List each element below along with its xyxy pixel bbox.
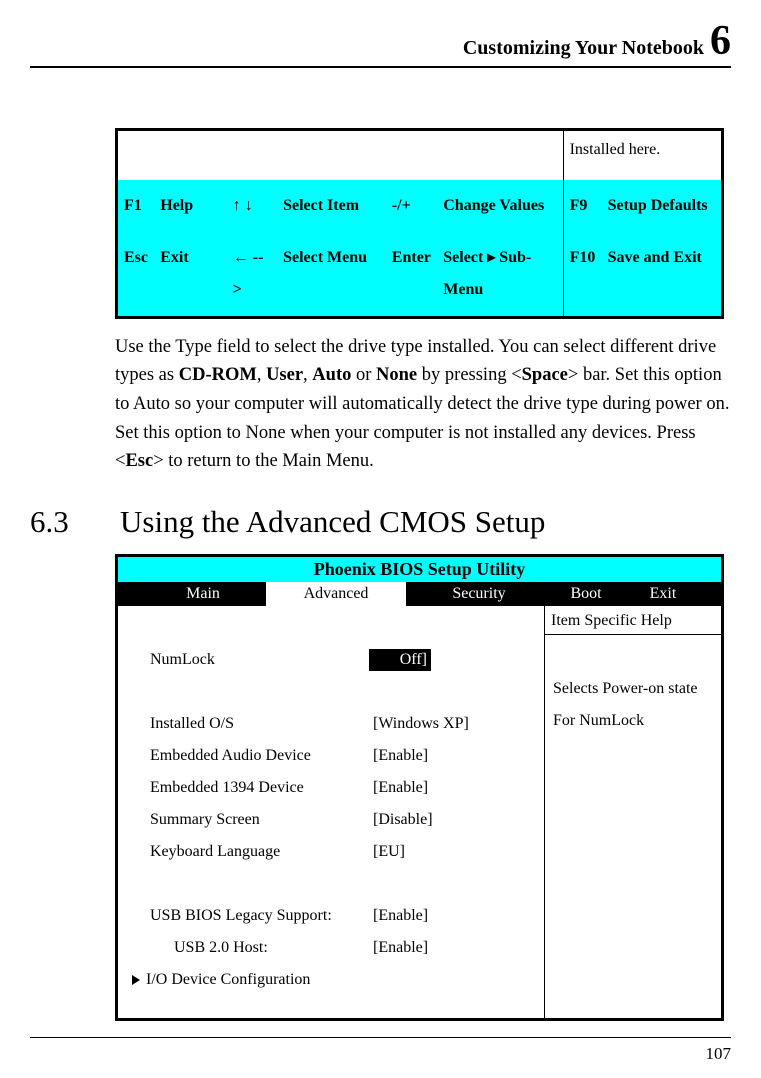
tab-exit[interactable]: Exit xyxy=(634,582,692,606)
chapter-number: 6 xyxy=(710,20,731,62)
tab-advanced[interactable]: Advanced xyxy=(266,582,406,606)
setting-label: Installed O/S xyxy=(150,715,373,733)
setting-label: NumLock xyxy=(150,651,373,669)
key-esc: Esc xyxy=(124,249,148,266)
setting-value: [Disable] xyxy=(373,811,433,829)
key-enter: Enter xyxy=(392,249,431,266)
setting-installed-os[interactable]: Installed O/S [Windows XP] xyxy=(118,708,544,740)
bios-tabs: Main Advanced Security Boot Exit xyxy=(118,582,721,606)
tab-security[interactable]: Security xyxy=(420,582,538,606)
key-minus-plus: -/+ xyxy=(392,197,411,214)
setting-keyboard-language[interactable]: Keyboard Language [EU] xyxy=(118,836,544,868)
body-paragraph: Use the Type field to select the drive t… xyxy=(115,333,731,476)
key-f10: F10 xyxy=(570,249,596,266)
setting-value: Off] xyxy=(369,649,431,671)
setting-label: USB 2.0 Host: xyxy=(150,939,373,957)
setting-label: Summary Screen xyxy=(150,811,373,829)
header-title: Customizing Your Notebook xyxy=(463,37,704,60)
installed-here: Installed here. xyxy=(563,130,722,180)
setting-value: [Windows XP] xyxy=(373,715,469,733)
key-f1: F1 xyxy=(124,197,142,214)
bios-setup-utility: Phoenix BIOS Setup Utility Main Advanced… xyxy=(115,554,724,1021)
setting-label: Keyboard Language xyxy=(150,843,373,861)
key-exit: Exit xyxy=(160,249,188,266)
setting-audio-device[interactable]: Embedded Audio Device [Enable] xyxy=(118,740,544,772)
setting-numlock[interactable]: NumLock Off] xyxy=(118,644,544,676)
page-number: 107 xyxy=(706,1044,732,1064)
section-title: Using the Advanced CMOS Setup xyxy=(120,504,545,540)
setting-label: Embedded 1394 Device xyxy=(150,779,373,797)
setting-value: [Enable] xyxy=(373,747,428,765)
tab-main[interactable]: Main xyxy=(154,582,252,606)
setting-value: [Enable] xyxy=(373,939,428,957)
bios-settings: NumLock Off] Installed O/S [Windows XP] … xyxy=(118,606,544,1018)
setting-value: [Enable] xyxy=(373,907,428,925)
setting-label: I/O Device Configuration xyxy=(146,971,310,989)
setting-value: [Enable] xyxy=(373,779,428,797)
setting-value: [EU] xyxy=(373,843,405,861)
section-number: 6.3 xyxy=(30,504,120,540)
tab-boot[interactable]: Boot xyxy=(552,582,620,606)
setting-summary-screen[interactable]: Summary Screen [Disable] xyxy=(118,804,544,836)
key-change-values: Change Values xyxy=(443,197,544,214)
help-header: Item Specific Help xyxy=(545,610,721,635)
key-f9: F9 xyxy=(570,197,588,214)
key-arrows: ↑ ↓ xyxy=(233,197,253,214)
key-lr-arrows: ← --> xyxy=(233,249,264,298)
setting-label: Embedded Audio Device xyxy=(150,747,373,765)
footer-rule xyxy=(30,1037,731,1038)
bios-title: Phoenix BIOS Setup Utility xyxy=(118,557,721,582)
setting-usb-legacy[interactable]: USB BIOS Legacy Support: [Enable] xyxy=(118,900,544,932)
key-select-submenu: Select ▸ Sub-Menu xyxy=(443,249,531,298)
bios-help-pane: Item Specific Help Selects Power-on stat… xyxy=(544,606,721,1018)
nav-help-table: Installed here. F1 Help ↑ ↓ Select Item … xyxy=(115,128,724,319)
header-rule xyxy=(30,66,731,68)
setting-usb2-host[interactable]: USB 2.0 Host: [Enable] xyxy=(118,932,544,964)
key-select-menu: Select Menu xyxy=(283,249,367,266)
key-save-exit: Save and Exit xyxy=(608,249,702,266)
help-text-line2: For NumLock xyxy=(553,705,713,737)
section-heading: 6.3 Using the Advanced CMOS Setup xyxy=(30,504,731,540)
page-header: Customizing Your Notebook 6 xyxy=(30,20,731,66)
key-f1-help: Help xyxy=(160,197,193,214)
submenu-triangle-icon xyxy=(132,975,140,985)
setting-io-device-config[interactable]: I/O Device Configuration xyxy=(118,964,544,996)
key-select-item: Select Item xyxy=(283,197,359,214)
key-setup-defaults: Setup Defaults xyxy=(608,197,708,214)
help-text-line1: Selects Power-on state xyxy=(553,673,713,705)
setting-1394-device[interactable]: Embedded 1394 Device [Enable] xyxy=(118,772,544,804)
setting-label: USB BIOS Legacy Support: xyxy=(150,907,373,925)
